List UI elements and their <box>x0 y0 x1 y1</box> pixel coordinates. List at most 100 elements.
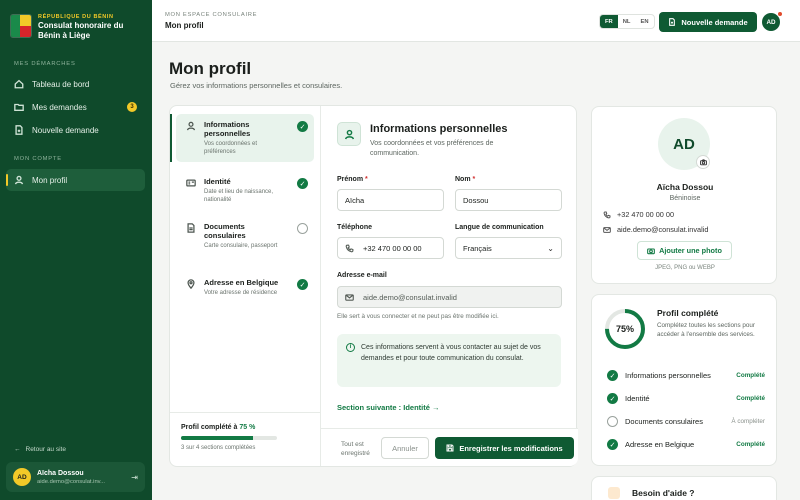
info-icon: i <box>346 343 355 352</box>
completion-card: 75% Profil complété Complétez toutes les… <box>591 294 777 466</box>
arrow-right-icon: → <box>432 403 440 412</box>
step-title: Informations personnelles <box>204 120 251 138</box>
completion-row[interactable]: ✓ Identité Complété <box>607 393 765 404</box>
topbar: MON ESPACE CONSULAIRE Mon profil FR NL E… <box>152 0 800 42</box>
new-request-button[interactable]: Nouvelle demande <box>659 12 757 32</box>
mail-icon <box>603 226 611 233</box>
user-email: aide.demo@consulat.inv... <box>37 478 105 485</box>
last-name-label: Nom * <box>455 176 476 183</box>
sidebar-item-profile[interactable]: Mon profil <box>6 169 145 191</box>
user-icon <box>14 175 24 185</box>
step-address[interactable]: Adresse en Belgique Votre adresse de rés… <box>176 272 314 303</box>
check-icon: ✓ <box>607 439 618 450</box>
section-title: Informations personnelles <box>370 123 508 135</box>
save-button[interactable]: Enregistrer les modifications <box>435 437 574 459</box>
profile-name: Aïcha Dossou <box>656 182 714 192</box>
brand-country: RÉPUBLIQUE DU BÉNIN <box>38 14 114 20</box>
map-pin-icon <box>186 279 196 290</box>
status-badge: Complété <box>736 441 765 448</box>
profile-email: aide.demo@consulat.invalid <box>603 225 708 234</box>
step-desc: Votre adresse de résidence <box>204 290 278 296</box>
arrow-left-icon: ← <box>14 446 21 453</box>
add-photo-label: Ajouter une photo <box>659 246 722 255</box>
avatar: AD <box>13 468 31 486</box>
progress-bar-fill <box>181 436 253 440</box>
phone-label: Téléphone <box>337 224 373 231</box>
file-plus-icon <box>669 18 676 26</box>
sidebar-item-dashboard[interactable]: Tableau de bord <box>6 73 145 95</box>
logout-icon[interactable]: ⇥ <box>131 473 138 482</box>
chevron-down-icon: ⌄ <box>547 243 554 253</box>
completion-row[interactable]: ✓ Informations personnelles Complété <box>607 370 765 381</box>
first-name-input[interactable]: Aïcha <box>337 189 444 211</box>
empty-circle-icon <box>297 223 308 234</box>
phone-value: +32 470 00 00 00 <box>363 243 422 253</box>
photo-formats: JPEG, PNG ou WEBP <box>655 265 715 271</box>
profile-summary-card: AD Aïcha Dossou Béninoise +32 470 00 00 … <box>591 106 777 284</box>
profile-nationality: Béninoise <box>669 195 701 202</box>
step-documents[interactable]: Documents consulaires Carte consulaire, … <box>176 216 314 256</box>
profile-phone: +32 470 00 00 00 <box>603 210 674 219</box>
sidebar-item-requests[interactable]: Mes demandes 3 <box>6 96 145 118</box>
sidebar: RÉPUBLIQUE DU BÉNIN Consulat honoraire d… <box>0 0 152 500</box>
status-badge: Complété <box>736 372 765 379</box>
completion-row-label: Adresse en Belgique <box>625 440 695 449</box>
lang-nl-button[interactable]: NL <box>618 15 636 28</box>
user-name: Aïcha Dossou <box>37 469 84 477</box>
step-title: Identité <box>204 177 231 186</box>
profile-form-card: Informations personnelles Vos coordonnée… <box>169 105 578 467</box>
lang-fr-button[interactable]: FR <box>600 15 618 28</box>
sidebar-item-label: Nouvelle demande <box>32 125 99 135</box>
sidebar-item-label: Mes demandes <box>32 102 87 112</box>
camera-icon[interactable] <box>696 155 710 169</box>
step-title: Documents consulaires <box>204 222 246 240</box>
step-title: Adresse en Belgique <box>204 278 279 287</box>
add-photo-button[interactable]: Ajouter une photo <box>637 241 732 260</box>
back-to-site-label: Retour au site <box>25 446 66 453</box>
personal-info-form: Informations personnelles Vos coordonnée… <box>321 106 578 466</box>
last-name-input[interactable]: Dossou <box>455 189 562 211</box>
camera-icon <box>647 247 655 254</box>
requests-count-badge: 3 <box>127 102 137 112</box>
back-to-site-link[interactable]: ← Retour au site <box>14 446 66 453</box>
lang-en-button[interactable]: EN <box>635 15 653 28</box>
completion-row[interactable]: ✓ Adresse en Belgique Complété <box>607 439 765 450</box>
email-field: aide.demo@consulat.invalid <box>337 286 562 308</box>
check-icon: ✓ <box>607 370 618 381</box>
step-personal-info[interactable]: Informations personnelles Vos coordonnée… <box>170 114 314 162</box>
mail-icon <box>345 293 354 301</box>
page-subtitle: Gérez vos informations personnelles et c… <box>170 81 343 90</box>
profile-steps: Informations personnelles Vos coordonnée… <box>170 106 321 466</box>
check-icon: ✓ <box>297 121 308 132</box>
progress-label: Profil complété à 75 % <box>181 424 256 431</box>
completion-percent: 75% <box>615 324 634 334</box>
brand[interactable]: RÉPUBLIQUE DU BÉNIN Consulat honoraire d… <box>10 14 138 41</box>
step-desc: Date et lieu de naissance, nationalité <box>204 189 274 203</box>
step-identity[interactable]: Identité Date et lieu de naissance, nati… <box>176 171 314 210</box>
language-select[interactable]: Français ⌄ <box>455 237 562 259</box>
cancel-button[interactable]: Annuler <box>381 437 429 459</box>
phone-icon <box>345 244 354 252</box>
phone-input[interactable]: +32 470 00 00 00 <box>337 237 444 259</box>
completion-subtitle: Complétez toutes les sections pour accéd… <box>657 322 756 338</box>
check-icon: ✓ <box>297 279 308 290</box>
completion-row-label: Documents consulaires <box>625 417 703 426</box>
status-badge: Complété <box>736 395 765 402</box>
sidebar-section-demarches: MES DÉMARCHES <box>14 61 76 67</box>
language-switcher: FR NL EN <box>599 14 655 29</box>
help-title: Besoin d'aide ? <box>632 488 695 498</box>
completion-row-label: Identité <box>625 394 650 403</box>
profile-progress: Profil complété à 75 % 3 sur 4 sections … <box>170 412 321 466</box>
sidebar-item-label: Mon profil <box>32 175 68 185</box>
save-status: Tout est enregistré <box>341 441 370 457</box>
email-hint: Elle sert à vous connecter et ne peut pa… <box>337 313 499 320</box>
user-icon <box>337 122 361 146</box>
sidebar-section-account: MON COMPTE <box>14 156 62 162</box>
help-icon <box>608 487 620 499</box>
breadcrumb: MON ESPACE CONSULAIRE <box>165 12 258 18</box>
completion-row[interactable]: Documents consulaires À compléter <box>607 416 765 427</box>
help-card[interactable]: Besoin d'aide ? <box>591 476 777 500</box>
next-section-link[interactable]: Section suivante : Identité → <box>337 403 440 412</box>
sidebar-item-new-request[interactable]: Nouvelle demande <box>6 119 145 141</box>
save-icon <box>446 444 454 452</box>
